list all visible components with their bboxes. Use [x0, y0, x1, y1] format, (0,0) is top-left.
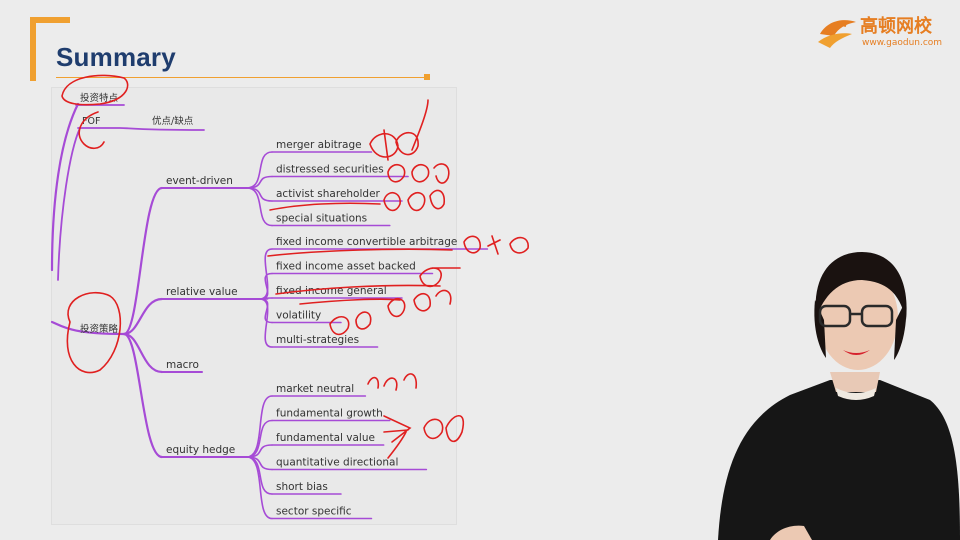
presenter-figure — [718, 252, 960, 540]
presenter-video — [718, 252, 960, 540]
lecture-slide: Summary 高顿网校 www.gaodun.com 投资策略 投资特点 FOF 优… — [0, 0, 960, 540]
